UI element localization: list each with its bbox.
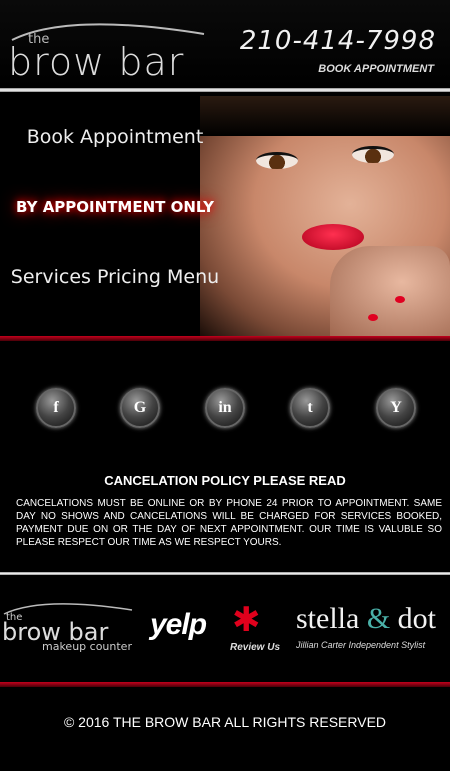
- nail-2: [395, 296, 405, 303]
- stella-logo-text: stella & dot: [296, 602, 436, 635]
- model-lips: [302, 224, 364, 250]
- hero-book-appointment-link[interactable]: Book Appointment: [0, 126, 230, 148]
- facebook-icon[interactable]: f: [36, 388, 76, 428]
- stella-and-dot-link[interactable]: stella & dot Jillian Carter Independent …: [294, 602, 450, 656]
- model-hair: [200, 96, 450, 136]
- brow-bar-makeup-counter-logo[interactable]: the brow bar makeup counter: [2, 598, 142, 656]
- logo-brand-text: brow bar: [8, 40, 185, 84]
- copyright-text: © 2016 THE BROW BAR ALL RIGHTS RESERVED: [63, 714, 387, 730]
- brow-bar-logo[interactable]: the brow bar: [8, 16, 228, 84]
- google-plus-icon[interactable]: G: [120, 388, 160, 428]
- yelp-burst-icon: ✱: [232, 601, 261, 639]
- cancelation-policy-text: CANCELATIONS MUST BE ONLINE OR BY PHONE …: [16, 498, 442, 548]
- phone-number-link[interactable]: 210-414-7998: [240, 26, 436, 56]
- yelp-review-label: Review Us: [230, 642, 281, 653]
- cancelation-policy-title: CANCELATION POLICY PLEASE READ: [104, 473, 346, 488]
- model-eye-right: [352, 146, 394, 163]
- policy-divider: [0, 572, 450, 575]
- header-divider: [0, 88, 450, 92]
- stella-stylist-label: Jillian Carter Independent Stylist: [296, 640, 426, 650]
- yelp-review-link[interactable]: yelp ✱ Review Us: [150, 601, 286, 656]
- model-eye-left: [256, 152, 298, 169]
- linkedin-icon[interactable]: in: [205, 388, 245, 428]
- social-links: f G in t Y: [0, 388, 450, 434]
- yahoo-icon[interactable]: Y: [376, 388, 416, 428]
- site-header: the brow bar 210-414-7998 BOOK APPOINTME…: [0, 0, 450, 88]
- book-appointment-link[interactable]: BOOK APPOINTMENT: [318, 63, 434, 75]
- services-pricing-menu-link[interactable]: Services Pricing Menu: [0, 266, 230, 288]
- by-appointment-only-link[interactable]: BY APPOINTMENT ONLY: [0, 198, 230, 216]
- nail-1: [368, 314, 378, 321]
- footer-divider: [0, 682, 450, 687]
- twitter-icon[interactable]: t: [290, 388, 330, 428]
- model-hand: [330, 246, 450, 336]
- partner-logos: the brow bar makeup counter yelp ✱ Revie…: [0, 598, 450, 658]
- partner-logo-sub: makeup counter: [42, 640, 132, 653]
- hero-bottom-divider: [0, 336, 450, 341]
- yelp-logo-text: yelp: [150, 608, 207, 641]
